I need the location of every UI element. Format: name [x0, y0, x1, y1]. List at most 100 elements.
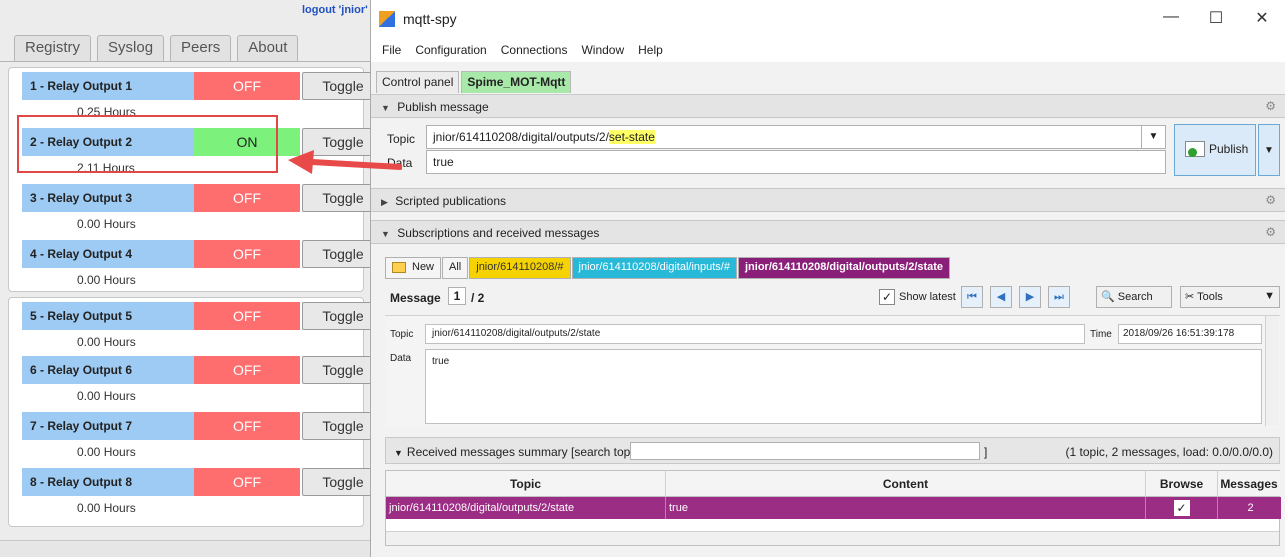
table-row[interactable]: jnior/614110208/digital/outputs/2/state … [386, 497, 1281, 519]
relay-hours: 0.00 Hours [77, 335, 136, 349]
first-message-icon[interactable]: ⏮ [961, 286, 983, 308]
chevron-down-icon: ▼ [1264, 290, 1275, 302]
tab-sub-inputs[interactable]: jnior/614110208/digital/inputs/# [571, 257, 737, 279]
cell-topic: jnior/614110208/digital/outputs/2/state [386, 497, 666, 519]
publish-data-input[interactable]: true [426, 150, 1166, 174]
tab-syslog[interactable]: Syslog [97, 35, 165, 62]
publish-dropdown-button[interactable]: ▼ [1258, 124, 1280, 176]
publish-section-title: Publish message [397, 100, 489, 114]
minimize-icon[interactable]: — [1156, 8, 1186, 26]
settings-icon[interactable]: ⚙ [1265, 99, 1276, 113]
relay-row-4: 4 - Relay Output 4 OFF Toggle 0.00 Hours [22, 240, 384, 296]
publish-icon [1185, 141, 1205, 157]
detail-data-label: Data [390, 353, 412, 364]
scripted-section-header[interactable]: ▶ Scripted publications ⚙ [371, 188, 1285, 212]
summary-search-input[interactable] [630, 442, 980, 460]
summary-table: Topic Content Browse Messages jnior/6141… [385, 470, 1281, 546]
relay-name: 8 - Relay Output 8 [22, 468, 194, 496]
relay-state: OFF [194, 240, 300, 268]
tools-button[interactable]: ✂ Tools ▼ [1180, 286, 1280, 308]
maximize-icon[interactable]: ☐ [1201, 8, 1231, 28]
detail-data-field[interactable]: true [425, 349, 1262, 424]
close-icon[interactable]: ✕ [1247, 8, 1277, 28]
summary-title-text: Received messages summary [search topics… [406, 445, 649, 459]
settings-icon[interactable]: ⚙ [1265, 193, 1276, 207]
relay-2-highlight-box [17, 115, 278, 173]
tab-sub-output2-state[interactable]: jnior/614110208/digital/outputs/2/state [737, 257, 951, 279]
search-label: Search [1117, 291, 1153, 303]
menu-help[interactable]: Help [631, 38, 670, 62]
tools-label: Tools [1197, 291, 1223, 303]
previous-message-icon[interactable]: ◀ [990, 286, 1012, 308]
tab-peers[interactable]: Peers [170, 35, 232, 62]
collapse-triangle-icon: ▼ [381, 103, 390, 113]
next-message-icon[interactable]: ▶ [1019, 286, 1041, 308]
menu-configuration[interactable]: Configuration [408, 38, 493, 62]
jnior-web-panel: logout 'jnior' Registry Syslog Peers Abo… [0, 0, 384, 557]
scripted-section-title: Scripted publications [395, 194, 506, 208]
cell-messages: 2 [1247, 502, 1254, 514]
relay-hours: 0.00 Hours [77, 445, 136, 459]
topic-highlight: set-state [608, 130, 655, 144]
col-header-browse[interactable]: Browse [1146, 471, 1218, 497]
relay-state: OFF [194, 302, 300, 330]
detail-vertical-scrollbar[interactable] [1265, 316, 1279, 426]
tab-sub-all[interactable]: jnior/614110208/# [469, 257, 571, 279]
message-index-input[interactable]: 1 [448, 287, 466, 305]
relay-state: OFF [194, 468, 300, 496]
relay-row-6: 6 - Relay Output 6 OFF Toggle 0.00 Hours [22, 356, 384, 412]
title-bar: mqtt-spy — ☐ ✕ [371, 0, 1285, 38]
relay-hours: 0.00 Hours [77, 273, 136, 287]
folder-icon [392, 261, 406, 273]
detail-time-label: Time [1090, 329, 1112, 340]
cell-content: true [666, 497, 1146, 519]
relay-row-8: 8 - Relay Output 8 OFF Toggle 0.00 Hours [22, 468, 384, 524]
publish-button[interactable]: Publish [1174, 124, 1256, 176]
topic-prefix: jnior/614110208/digital/outputs/2/ [433, 130, 609, 144]
tab-all[interactable]: All [442, 257, 469, 279]
show-latest-checkbox[interactable]: ✓ Show latest [879, 289, 956, 305]
relay-hours: 0.00 Hours [77, 501, 136, 515]
publish-section-header[interactable]: ▼ Publish message ⚙ [371, 94, 1285, 118]
menu-file[interactable]: File [375, 38, 408, 62]
detail-topic-field[interactable]: jnior/614110208/digital/outputs/2/state [425, 324, 1085, 344]
relay-hours: 0.00 Hours [77, 217, 136, 231]
relay-row-3: 3 - Relay Output 3 OFF Toggle 0.00 Hours [22, 184, 384, 240]
chevron-down-icon[interactable]: ▼ [1141, 126, 1165, 148]
left-bottom-bar [0, 540, 370, 557]
window-title: mqtt-spy [403, 11, 457, 27]
publish-topic-input[interactable]: jnior/614110208/digital/outputs/2/set-st… [426, 125, 1166, 149]
detail-topic-label: Topic [390, 329, 414, 340]
settings-icon[interactable]: ⚙ [1265, 225, 1276, 239]
binoculars-icon: 🔍 [1101, 291, 1115, 303]
tools-icon: ✂ [1185, 291, 1195, 303]
tab-control-panel[interactable]: Control panel [376, 71, 460, 93]
message-detail-pane: Topic jnior/614110208/digital/outputs/2/… [385, 315, 1280, 427]
tab-about[interactable]: About [237, 35, 299, 62]
publish-button-label: Publish [1209, 142, 1249, 156]
col-header-topic[interactable]: Topic [386, 471, 666, 497]
tab-connection[interactable]: Spime_MOT-Mqtt [461, 71, 572, 93]
menu-bar: File Configuration Connections Window He… [371, 38, 1285, 62]
browse-checkbox[interactable]: ✓ [1173, 500, 1190, 516]
logout-link[interactable]: logout 'jnior' [302, 4, 368, 16]
table-horizontal-scrollbar[interactable] [386, 531, 1279, 545]
relay-name: 6 - Relay Output 6 [22, 356, 194, 384]
detail-time-field[interactable]: 2018/09/26 16:51:39:178 [1118, 324, 1262, 344]
summary-header: ▼ Received messages summary [search topic… [385, 437, 1280, 464]
new-subscription-tab[interactable]: New [385, 257, 442, 279]
message-label: Message [390, 291, 441, 305]
relay-row-7: 7 - Relay Output 7 OFF Toggle 0.00 Hours [22, 412, 384, 468]
summary-title: ▼ Received messages summary [search topic… [394, 445, 648, 459]
summary-bracket: ] [984, 445, 988, 459]
col-header-messages[interactable]: Messages [1218, 471, 1280, 497]
menu-window[interactable]: Window [574, 38, 631, 62]
subscriptions-section-header[interactable]: ▼ Subscriptions and received messages ⚙ [371, 220, 1285, 244]
relay-state: OFF [194, 412, 300, 440]
col-header-content[interactable]: Content [666, 471, 1146, 497]
tab-registry[interactable]: Registry [14, 35, 92, 62]
last-message-icon[interactable]: ⏭ [1048, 286, 1070, 308]
search-button[interactable]: 🔍 Search [1096, 286, 1172, 308]
collapse-triangle-icon: ▼ [381, 229, 390, 239]
menu-connections[interactable]: Connections [494, 38, 575, 62]
